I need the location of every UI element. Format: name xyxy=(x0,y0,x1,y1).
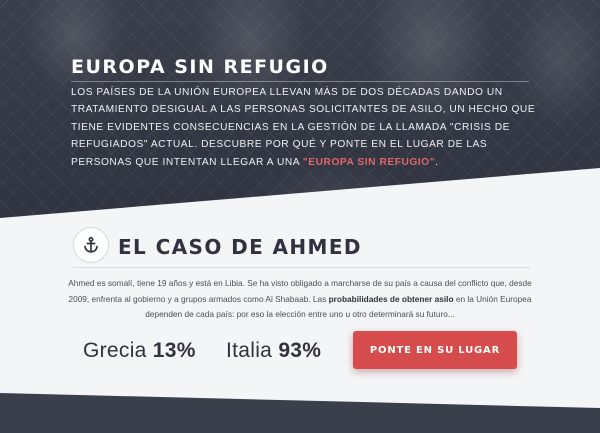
hero-banner: EUROPA SIN REFUGIO Los países de la Unió… xyxy=(0,0,600,260)
stat-italy: Italia 93% xyxy=(226,339,321,363)
case-text-bold: probabilidades de obtener asilo xyxy=(328,293,454,304)
stat-greece-country: Grecia xyxy=(83,339,147,362)
hero-paragraph-text: Los países de la Unión Europea llevan má… xyxy=(71,87,536,168)
stat-italy-value: 93% xyxy=(278,339,322,362)
ponte-en-su-lugar-button[interactable]: PONTE EN SU LUGAR xyxy=(353,331,517,369)
stat-greece-value: 13% xyxy=(152,339,196,362)
hero-title: EUROPA SIN REFUGIO xyxy=(71,56,329,78)
stat-italy-country: Italia xyxy=(226,339,273,362)
hero-paragraph-tail: . xyxy=(435,156,439,168)
stat-greece: Grecia 13% xyxy=(83,339,196,363)
case-divider xyxy=(73,267,530,268)
case-description: Ahmed es somalí, tiene 19 años y está en… xyxy=(65,276,535,323)
case-title: EL CASO DE AHMED xyxy=(118,235,362,259)
anchor-icon xyxy=(73,227,109,263)
hero-divider xyxy=(71,81,529,82)
hero-paragraph: Los países de la Unión Europea llevan má… xyxy=(71,84,541,171)
hero-highlight: "Europa sin refugio" xyxy=(302,156,436,168)
